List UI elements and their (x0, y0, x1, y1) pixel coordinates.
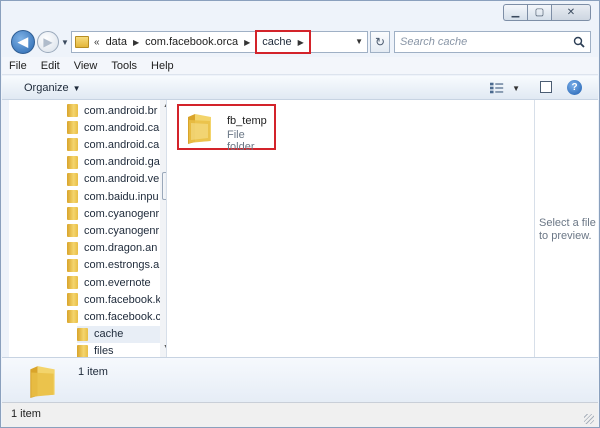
tree-item-label: com.evernote (84, 276, 151, 289)
folder-icon (77, 344, 88, 357)
tree-item-label: com.cyanogenr (84, 224, 160, 237)
caption-buttons: ▁ ▢ ✕ (503, 4, 591, 22)
details-item-count: 1 item (78, 366, 108, 378)
resize-grip[interactable] (584, 414, 594, 424)
status-item-count: 1 item (11, 408, 41, 420)
breadcrumb-overflow-button[interactable]: « (94, 37, 100, 48)
forward-button[interactable]: ▶ (37, 31, 59, 53)
tree-item-label: com.cyanogenr (84, 207, 160, 220)
preview-pane: Select a file to preview. (534, 100, 598, 357)
preview-pane-button[interactable] (540, 81, 552, 93)
tree-item-label: com.android.ve (84, 173, 160, 186)
address-bar[interactable]: « data ▶ com.facebook.orca ▶ cache ▶ ▼ (71, 30, 368, 54)
breadcrumb-cache-label: cache (262, 36, 292, 48)
navigation-tree: com.android.br com.android.ca com.android.… (9, 100, 167, 357)
folder-icon (67, 276, 78, 289)
minimize-button[interactable]: ▁ (503, 4, 527, 21)
folder-icon (77, 327, 88, 341)
help-button[interactable]: ? (567, 80, 582, 95)
address-dropdown-button[interactable]: ▼ (355, 37, 363, 46)
tree-item-label: cache (94, 328, 124, 341)
tree-item-label: com.facebook.c (84, 310, 160, 323)
file-list: fb_temp File folder (167, 100, 534, 357)
folder-icon (67, 293, 78, 307)
tree-item[interactable]: com.baidu.inpu (67, 188, 160, 205)
menu-view[interactable]: View (74, 60, 98, 72)
organize-button[interactable]: Organize ▼ (24, 82, 81, 94)
folder-icon (30, 366, 55, 398)
tree-item-label: com.baidu.inpu (84, 190, 159, 203)
breadcrumb-com-facebook-orca[interactable]: com.facebook.orca (145, 36, 238, 48)
tree-item-label: com.android.br (84, 104, 158, 117)
recent-pages-button[interactable]: ▼ (61, 38, 69, 47)
tree-item[interactable]: com.estrongs.a (67, 257, 160, 274)
menu-file[interactable]: File (9, 60, 27, 72)
command-bar: Organize ▼ ▼ ? (2, 76, 598, 100)
folder-icon (188, 114, 211, 144)
tree-item[interactable]: com.cyanogenr (67, 222, 160, 239)
tree-item[interactable]: com.cyanogenr (67, 205, 160, 222)
navigation-buttons: ◀ ▶ ▼ (11, 29, 69, 55)
folder-icon (67, 241, 78, 255)
folder-icon (67, 155, 78, 169)
view-options-icon (490, 82, 504, 94)
tree-item-label: com.estrongs.a (84, 259, 160, 272)
tree-item[interactable]: com.facebook.c (67, 308, 160, 325)
tree-item[interactable]: com.android.ca (67, 119, 160, 136)
tree-item-label: com.dragon.an (84, 242, 158, 255)
menu-help[interactable]: Help (151, 60, 174, 72)
folder-icon (67, 224, 78, 238)
details-pane: 1 item (2, 357, 598, 402)
chevron-right-icon[interactable]: ▶ (133, 38, 139, 47)
tree-item-label: com.facebook.k (84, 293, 160, 306)
folder-icon (67, 104, 78, 117)
menu-edit[interactable]: Edit (41, 60, 60, 72)
tree-item[interactable]: com.dragon.an (67, 240, 160, 257)
search-placeholder: Search cache (400, 36, 468, 48)
tree-item[interactable]: files (77, 343, 160, 357)
search-icon[interactable] (573, 36, 585, 48)
close-button[interactable]: ✕ (551, 4, 591, 21)
tree-scrollbar[interactable]: ▲ ▼ (160, 100, 166, 357)
folder-icon (67, 190, 78, 203)
maximize-button[interactable]: ▢ (527, 4, 551, 21)
refresh-button[interactable]: ↻ (370, 31, 390, 53)
breadcrumb-cache[interactable]: cache ▶ (255, 30, 311, 54)
preview-message: Select a file to preview. (539, 217, 596, 242)
chevron-right-icon[interactable]: ▶ (298, 38, 304, 47)
folder-icon (67, 310, 78, 324)
breadcrumb-data[interactable]: data (106, 36, 127, 48)
chevron-down-icon[interactable]: ▼ (512, 84, 520, 93)
back-button[interactable]: ◀ (11, 30, 35, 54)
tree-item[interactable]: cache (77, 325, 160, 343)
search-input[interactable]: Search cache (394, 31, 591, 53)
tree-item[interactable]: com.android.br (67, 102, 160, 119)
file-item-fb-temp[interactable]: fb_temp File folder (177, 104, 276, 153)
chevron-down-icon: ▼ (72, 83, 81, 93)
tree-item[interactable]: com.android.ga (67, 154, 160, 171)
folder-icon (67, 207, 78, 221)
tree-item[interactable]: com.android.ca (67, 136, 160, 153)
file-name: fb_temp (227, 115, 267, 127)
explorer-window: ▁ ▢ ✕ ◀ ▶ ▼ « data ▶ com.facebook.orca ▶… (0, 0, 600, 428)
folder-icon (75, 36, 89, 48)
change-view-button[interactable]: ▼ (490, 80, 520, 96)
menu-tools[interactable]: Tools (111, 60, 137, 72)
tree-item[interactable]: com.facebook.k (67, 291, 160, 308)
chevron-right-icon[interactable]: ▶ (244, 38, 250, 47)
status-bar: 1 item (2, 402, 598, 427)
folder-icon (67, 138, 78, 152)
menu-bar: File Edit View Tools Help (2, 57, 598, 75)
file-type: File folder (227, 129, 255, 153)
tree-item-label: com.android.ca (84, 138, 160, 151)
tree-item[interactable]: com.android.ve (67, 171, 160, 188)
folder-icon (67, 172, 78, 186)
organize-label: Organize (24, 81, 69, 94)
folder-icon (67, 258, 78, 272)
folder-icon (67, 121, 78, 135)
tree-item-label: com.android.ga (84, 156, 160, 169)
tree-item-label: com.android.ca (84, 121, 160, 134)
tree-item-label: files (94, 345, 114, 357)
tree-item[interactable]: com.evernote (67, 274, 160, 291)
